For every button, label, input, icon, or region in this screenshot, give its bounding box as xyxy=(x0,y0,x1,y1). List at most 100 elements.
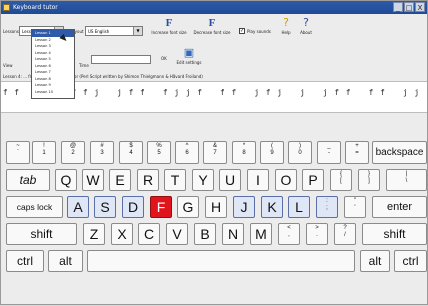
key-bottom-label: 5 xyxy=(157,150,161,156)
key-top-label: { xyxy=(339,171,342,177)
key-7[interactable]: & 7 xyxy=(203,141,227,164)
key-6[interactable]: ^ 6 xyxy=(175,141,199,164)
key-ctrl-right[interactable]: ctrl xyxy=(394,250,427,272)
key-top-label: < xyxy=(287,225,291,231)
key-shift-right[interactable]: shift xyxy=(362,223,427,245)
key-top-label: " xyxy=(353,198,357,204)
layout-select-value: US English xyxy=(88,29,110,34)
key-semicolon[interactable]: :; xyxy=(316,196,338,218)
key-alt-left[interactable]: alt xyxy=(48,250,83,272)
key-backslash[interactable]: | \ xyxy=(386,169,427,191)
key-z[interactable]: Z xyxy=(83,223,105,245)
key-minus[interactable]: _ - xyxy=(317,141,341,164)
key-g[interactable]: G xyxy=(177,196,199,218)
key-m[interactable]: M xyxy=(250,223,272,245)
key-bottom-label: 8 xyxy=(242,150,246,156)
close-button[interactable]: X xyxy=(415,2,425,12)
key-bottom-label: 9 xyxy=(270,150,274,156)
key-o[interactable]: O xyxy=(275,169,297,191)
key-n[interactable]: N xyxy=(222,223,244,245)
key-bottom-label: 1 xyxy=(42,150,46,156)
key-top-label: ? xyxy=(343,225,347,231)
maximize-button[interactable]: □ xyxy=(404,2,414,12)
key-comma[interactable]: <, xyxy=(278,223,300,245)
minimize-button[interactable]: _ xyxy=(393,2,403,12)
key-backtick[interactable]: ~ ` xyxy=(6,141,30,164)
key-tab[interactable]: tab xyxy=(6,169,50,191)
key-top-label: & xyxy=(212,143,217,149)
key-top-label: : xyxy=(326,198,328,204)
key-quote[interactable]: " ' xyxy=(344,196,366,218)
key-left-bracket[interactable]: {[ xyxy=(330,169,352,191)
chevron-down-icon[interactable]: ▼ xyxy=(133,27,142,35)
key-d[interactable]: D xyxy=(122,196,144,218)
key-2[interactable]: @2 xyxy=(61,141,85,164)
key-f[interactable]: F xyxy=(150,196,172,218)
view-field[interactable] xyxy=(91,55,151,64)
key-y[interactable]: Y xyxy=(192,169,214,191)
increase-font-button[interactable]: F Increase font size xyxy=(151,17,187,35)
key-right-bracket[interactable]: }] xyxy=(358,169,380,191)
play-sounds-checkbox[interactable]: ✓ xyxy=(239,28,245,34)
key-1[interactable]: ! 1 xyxy=(32,141,56,164)
key-b[interactable]: B xyxy=(194,223,216,245)
key-e[interactable]: E xyxy=(109,169,131,191)
key-w[interactable]: W xyxy=(82,169,104,191)
key-equals[interactable]: + = xyxy=(345,141,369,164)
key-top-label: ) xyxy=(299,143,301,149)
help-button[interactable]: ? Help xyxy=(278,17,294,36)
key-5[interactable]: % 5 xyxy=(147,141,171,164)
key-3[interactable]: #3 xyxy=(90,141,114,164)
key-h[interactable]: H xyxy=(205,196,227,218)
key-k[interactable]: K xyxy=(261,196,283,218)
ok-button[interactable]: OK xyxy=(161,56,167,61)
key-q[interactable]: Q xyxy=(55,169,77,191)
help-label: Help xyxy=(281,30,291,35)
key-top-label: @ xyxy=(69,143,77,149)
key-r[interactable]: R xyxy=(137,169,159,191)
key-shift-left[interactable]: shift xyxy=(6,223,77,245)
key-top-label: ( xyxy=(271,143,273,149)
about-label: About xyxy=(300,30,312,35)
key-4[interactable]: $4 xyxy=(119,141,143,164)
key-top-label: # xyxy=(100,143,104,149)
key-a[interactable]: A xyxy=(67,196,89,218)
key-l[interactable]: L xyxy=(288,196,310,218)
decrease-font-button[interactable]: F Decrease font size xyxy=(191,17,233,35)
key-0[interactable]: ) 0 xyxy=(288,141,312,164)
key-backspace[interactable]: backspace xyxy=(372,141,427,164)
key-top-label: | xyxy=(405,171,408,177)
settings-icon: ▣ xyxy=(183,46,195,59)
key-9[interactable]: (9 xyxy=(260,141,284,164)
key-alt-right[interactable]: alt xyxy=(360,250,390,272)
list-item[interactable]: Lesson 10 xyxy=(32,89,74,96)
key-s[interactable]: S xyxy=(94,196,116,218)
key-p[interactable]: P xyxy=(302,169,324,191)
key-space[interactable] xyxy=(87,250,355,272)
about-button[interactable]: ? About xyxy=(297,16,315,36)
key-bottom-label: ` xyxy=(17,150,19,156)
app-window: Keyboard tutor _ □ X Lessons Lesson 1 ▼ … xyxy=(0,0,428,305)
key-period[interactable]: >. xyxy=(306,223,328,245)
key-slash[interactable]: ? / xyxy=(334,223,356,245)
key-i[interactable]: I xyxy=(247,169,269,191)
lesson-dropdown-list[interactable]: Lesson 1 Lesson 2 Lesson 3 Lesson 4 Less… xyxy=(31,29,75,99)
key-bottom-label: ] xyxy=(368,178,370,184)
key-8[interactable]: * 8 xyxy=(232,141,256,164)
edit-settings-button[interactable]: ▣ Edit settings xyxy=(171,46,207,66)
key-c[interactable]: C xyxy=(138,223,160,245)
key-bottom-label: [ xyxy=(340,178,342,184)
key-t[interactable]: T xyxy=(164,169,186,191)
key-bottom-label: - xyxy=(328,150,330,156)
about-icon: ? xyxy=(303,16,309,29)
key-caps-lock[interactable]: caps lock xyxy=(6,196,63,218)
layout-select[interactable]: US English ▼ xyxy=(85,26,143,36)
key-j[interactable]: J xyxy=(233,196,255,218)
key-v[interactable]: V xyxy=(166,223,188,245)
key-top-label: _ xyxy=(327,143,331,149)
key-x[interactable]: X xyxy=(111,223,133,245)
key-enter[interactable]: enter xyxy=(372,196,427,218)
key-top-label: $ xyxy=(129,143,133,149)
key-ctrl-left[interactable]: ctrl xyxy=(6,250,44,272)
key-u[interactable]: U xyxy=(219,169,241,191)
